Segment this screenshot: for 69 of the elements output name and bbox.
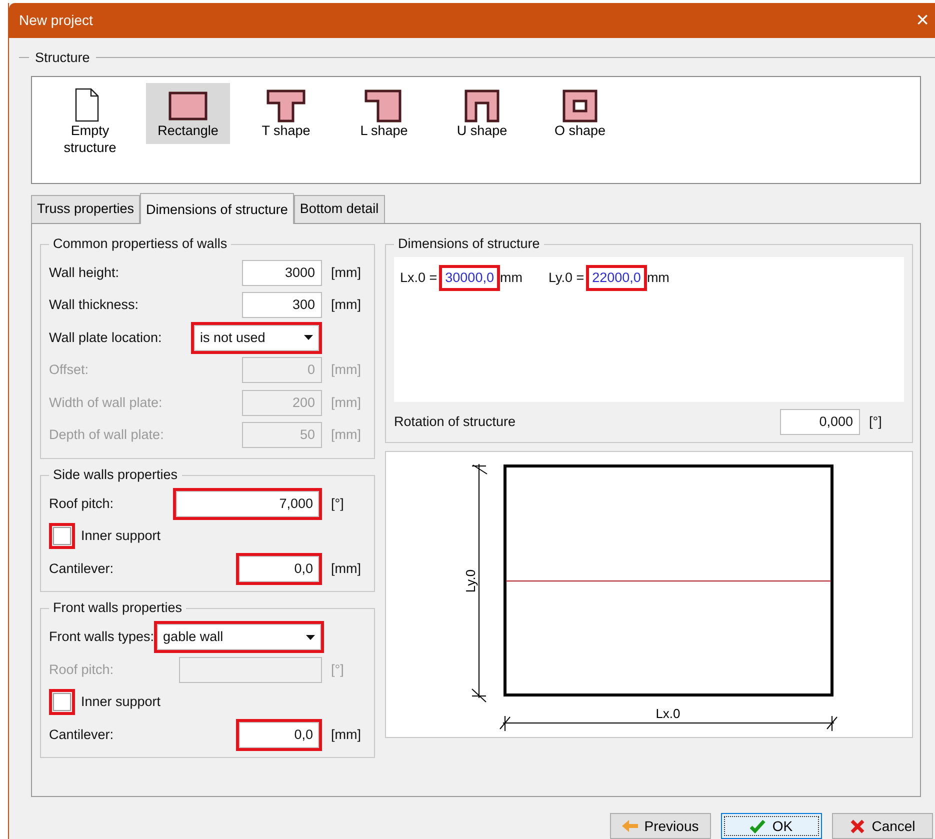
field-label: Cantilever: — [49, 726, 115, 744]
checkbox-label: Inner support — [81, 527, 162, 546]
dimension-value[interactable]: 30000,0 — [439, 264, 500, 291]
field-label: Wall height: — [49, 264, 120, 282]
group-legend: Side walls properties — [49, 466, 182, 483]
o-shape-icon — [560, 87, 600, 124]
checkmark-icon — [750, 818, 766, 834]
u-shape-icon — [462, 87, 502, 124]
dropdown-field[interactable]: gable wall — [154, 621, 324, 654]
unit-label: [°] — [330, 660, 345, 679]
shape-option[interactable]: T shape — [244, 83, 328, 144]
field-label: Rotation of structure — [394, 412, 517, 431]
unit-label: mm — [646, 268, 670, 287]
unit-label: mm — [500, 268, 522, 287]
input-field[interactable]: 0,0 — [236, 718, 322, 751]
dimension-text: Lx.0 — [656, 706, 680, 722]
unit-label: [mm] — [330, 264, 362, 282]
dimension-label: Ly.0 = — [548, 268, 584, 287]
tab[interactable]: Dimensions of structure — [140, 193, 294, 224]
field-label: Roof pitch: — [49, 494, 115, 513]
dropdown-caret-icon — [304, 335, 313, 340]
tab[interactable]: Bottom detail — [294, 195, 385, 223]
section-legend: Structure — [35, 48, 90, 68]
field-label: Wall plate location: — [49, 328, 163, 347]
field-label: Offset: — [49, 361, 90, 380]
close-icon — [850, 818, 866, 834]
dimension-value[interactable]: 22000,0 — [586, 264, 647, 291]
shape-option[interactable]: Empty structure — [48, 83, 132, 161]
field-label: Width of wall plate: — [49, 394, 164, 412]
unit-label: [mm] — [330, 296, 362, 314]
shape-option[interactable]: L shape — [342, 83, 426, 144]
unit-label: [°] — [330, 494, 345, 513]
shape-option[interactable]: O shape — [538, 83, 622, 144]
window-title: New project — [19, 10, 93, 30]
unit-label: [mm] — [330, 426, 362, 444]
dropdown-caret-icon — [306, 634, 316, 640]
shape-option[interactable]: Rectangle — [146, 83, 230, 144]
dropdown-field[interactable]: is not used — [191, 322, 322, 354]
dimension-label: Lx.0 = — [400, 268, 438, 287]
unit-label: [mm] — [330, 726, 362, 744]
shape-option[interactable]: U shape — [440, 83, 524, 144]
input-field[interactable]: 7,000 — [173, 488, 322, 520]
input-field[interactable]: 0,000 — [780, 408, 860, 435]
close-button[interactable]: × — [914, 9, 931, 32]
unit-label: [°] — [868, 412, 883, 431]
l-shape-icon — [364, 87, 404, 124]
field-label: Roof pitch: — [49, 660, 115, 679]
field-label: Depth of wall plate: — [49, 426, 165, 444]
unit-label: [mm] — [330, 361, 362, 380]
arrow-left-icon — [622, 818, 638, 834]
group-legend: Common propertiess of walls — [49, 236, 232, 252]
checkbox[interactable] — [53, 527, 71, 546]
input-field[interactable]: 300 — [242, 292, 322, 318]
checkbox-label: Inner support — [81, 693, 162, 712]
field-label: Wall thickness: — [49, 296, 140, 314]
dialog-button[interactable]: Previous — [610, 813, 711, 839]
dialog-button[interactable]: OK — [721, 813, 822, 839]
input-field[interactable]: 3000 — [242, 260, 322, 286]
checkbox[interactable] — [53, 693, 71, 712]
field-label: Front walls types: — [49, 628, 154, 646]
field-label: Cantilever: — [49, 560, 115, 578]
unit-label: [mm] — [330, 394, 362, 412]
dimension-text: Ly.0 — [463, 570, 478, 593]
group-legend: Front walls properties — [49, 600, 186, 616]
unit-label: [mm] — [330, 560, 362, 578]
dialog-button[interactable]: Cancel — [832, 813, 933, 839]
input-field[interactable]: 0,0 — [236, 552, 322, 585]
tab[interactable]: Truss properties — [31, 195, 140, 223]
t-shape-icon — [266, 87, 306, 124]
